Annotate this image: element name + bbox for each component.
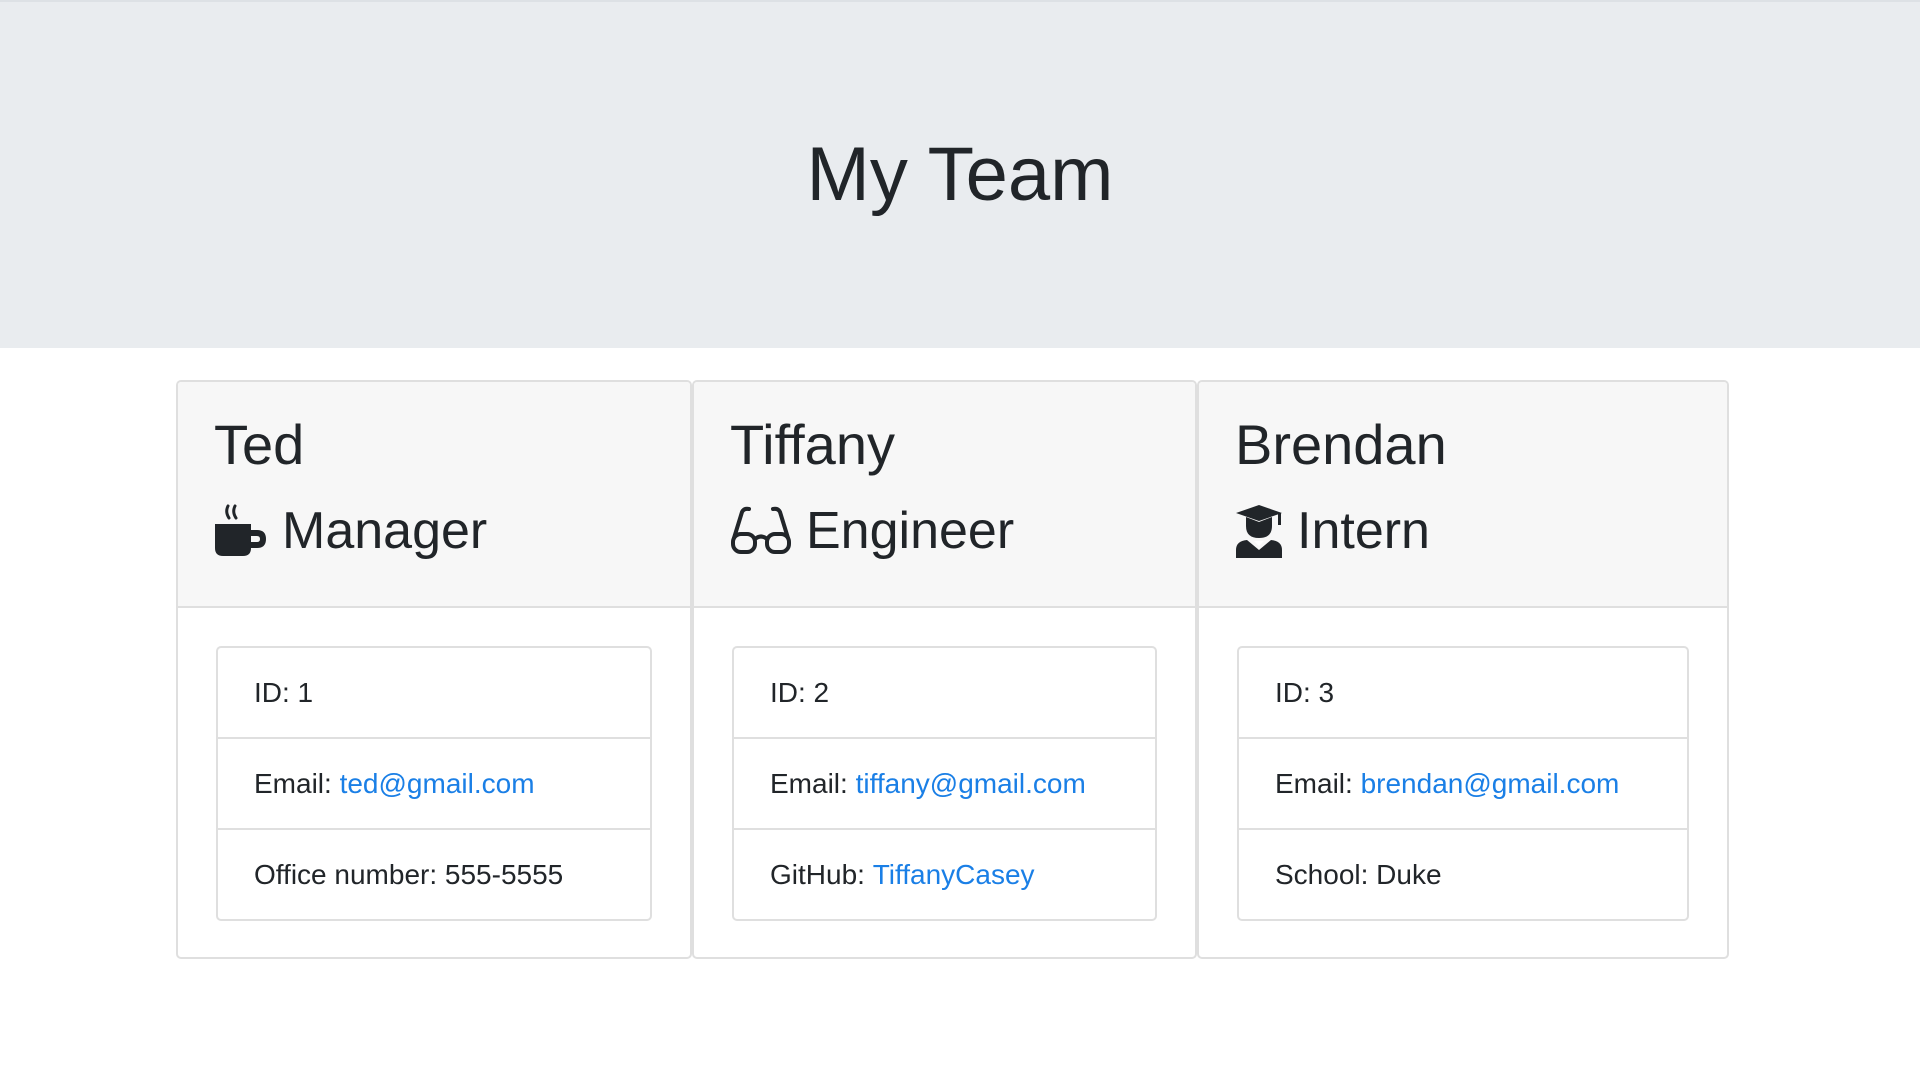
office-number-text: Office number: 555-5555: [254, 858, 564, 890]
role-label: Manager: [282, 502, 488, 560]
email-link[interactable]: brendan@gmail.com: [1361, 768, 1620, 800]
employee-details: ID: 1 Email: ted@gmail.com Office number…: [216, 646, 652, 921]
card-header: Brendan Intern: [1199, 382, 1727, 608]
list-item-school: School: Duke: [1239, 830, 1687, 919]
page-header: My Team: [0, 0, 1920, 348]
employee-details: ID: 3 Email: brendan@gmail.com School: D…: [1237, 646, 1689, 921]
role-label: Engineer: [806, 502, 1015, 560]
employee-role: Intern: [1235, 500, 1430, 562]
email-label: Email:: [770, 767, 856, 799]
github-link[interactable]: TiffanyCasey: [873, 859, 1035, 891]
list-item-id: ID: 3: [1239, 648, 1687, 739]
email-label: Email:: [1275, 767, 1361, 799]
card-header: Tiffany Engineer: [694, 382, 1195, 608]
id-text: ID: 3: [1275, 676, 1335, 708]
email-link[interactable]: tiffany@gmail.com: [856, 768, 1086, 800]
glasses-icon: [730, 506, 792, 556]
page-title: My Team: [806, 132, 1114, 217]
employee-card-intern: Brendan Intern ID: 3 Email: brendan@gmai…: [1197, 380, 1729, 959]
graduate-icon: [1235, 504, 1283, 558]
list-item-email: Email: tiffany@gmail.com: [734, 739, 1155, 830]
mug-icon: [214, 504, 268, 558]
list-item-github: GitHub: TiffanyCasey: [734, 830, 1155, 919]
github-label: GitHub:: [770, 858, 873, 890]
employee-name: Brendan: [1235, 413, 1447, 476]
list-item-office-number: Office number: 555-5555: [218, 830, 650, 919]
id-text: ID: 2: [770, 676, 830, 708]
employee-details: ID: 2 Email: tiffany@gmail.com GitHub: T…: [732, 646, 1157, 921]
employee-name: Ted: [214, 413, 305, 476]
list-item-email: Email: brendan@gmail.com: [1239, 739, 1687, 830]
employee-role: Engineer: [730, 500, 1014, 562]
employee-card-manager: Ted Manager ID: 1 Email: ted@gmail.com O…: [176, 380, 692, 959]
list-item-id: ID: 1: [218, 648, 650, 739]
list-item-email: Email: ted@gmail.com: [218, 739, 650, 830]
role-label: Intern: [1297, 502, 1430, 560]
school-text: School: Duke: [1275, 858, 1442, 890]
list-item-id: ID: 2: [734, 648, 1155, 739]
employee-role: Manager: [214, 500, 487, 562]
employee-name: Tiffany: [730, 413, 895, 476]
email-label: Email:: [254, 767, 340, 799]
employee-card-engineer: Tiffany Engineer ID: 2 Email: tiffany@gm…: [692, 380, 1197, 959]
card-header: Ted Manager: [178, 382, 690, 608]
id-text: ID: 1: [254, 676, 314, 708]
email-link[interactable]: ted@gmail.com: [340, 768, 535, 800]
